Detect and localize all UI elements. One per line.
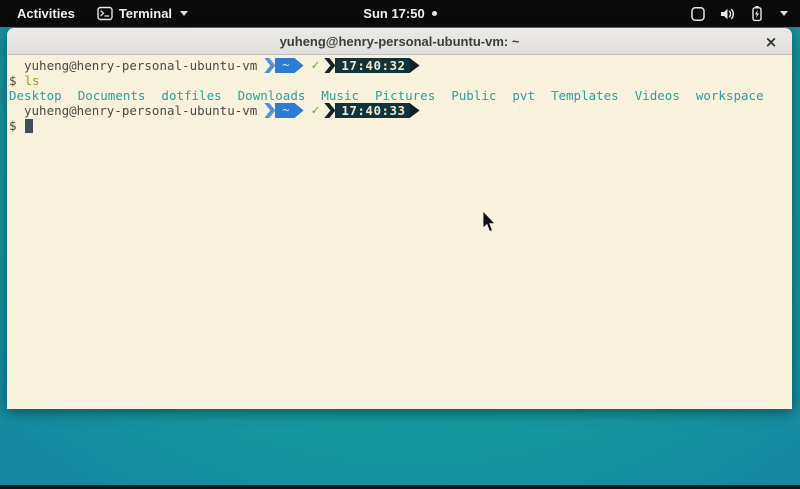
powerline-path-segment: ~ — [257, 103, 303, 118]
activities-button[interactable]: Activities — [13, 4, 79, 23]
desktop: { "topbar": { "activities_label": "Activ… — [0, 0, 800, 489]
prompt-symbol: $ — [9, 73, 17, 88]
prompt-time: 17:40:33 — [335, 103, 409, 118]
check-icon: ✓ — [312, 58, 320, 73]
window-title: yuheng@henry-personal-ubuntu-vm: ~ — [280, 34, 520, 49]
directory-name: Videos — [635, 88, 680, 103]
directory-name: Templates — [551, 88, 619, 103]
directory-name: dotfiles — [161, 88, 221, 103]
directory-name: Downloads — [238, 88, 306, 103]
prompt-line: yuheng@henry-personal-ubuntu-vm ~ ✓ 17:4… — [7, 103, 792, 118]
prompt-user-host: yuheng@henry-personal-ubuntu-vm — [24, 58, 257, 73]
clock[interactable]: Sun 17:50 — [363, 6, 424, 21]
powerline-arrow-icon — [295, 103, 304, 118]
window-titlebar[interactable]: yuheng@henry-personal-ubuntu-vm: ~ × — [7, 28, 792, 55]
directory-name: workspace — [696, 88, 764, 103]
prompt-path: ~ — [275, 103, 294, 118]
powerline-chevron-icon — [264, 58, 275, 73]
directory-name: Music — [321, 88, 359, 103]
powerline-chevron-icon — [324, 58, 335, 73]
powerline-arrow-icon — [295, 58, 304, 73]
directory-name: Documents — [78, 88, 146, 103]
prompt-user-host: yuheng@henry-personal-ubuntu-vm — [24, 103, 257, 118]
app-menu-label: Terminal — [119, 6, 172, 21]
system-status-area[interactable] — [690, 5, 800, 22]
notification-dot-icon — [432, 11, 437, 16]
prompt-time: 17:40:32 — [335, 58, 409, 73]
typed-command: ls — [25, 73, 40, 88]
chevron-down-icon — [780, 11, 788, 16]
directory-name: Pictures — [375, 88, 435, 103]
input-line[interactable]: $ — [7, 118, 792, 133]
chevron-down-icon — [180, 11, 188, 16]
ls-output: Desktop Documents dotfiles Downloads Music Pi… — [7, 88, 792, 103]
directory-name: Public — [451, 88, 496, 103]
prompt-line: yuheng@henry-personal-ubuntu-vm ~ ✓ 17:4… — [7, 58, 792, 73]
terminal-icon — [97, 6, 113, 21]
command-line: $ ls — [7, 73, 792, 88]
prompt-symbol: $ — [9, 118, 17, 133]
directory-name: pvt — [512, 88, 535, 103]
powerline-chevron-icon — [264, 103, 275, 118]
directory-name: Desktop — [9, 88, 62, 103]
powerline-time-segment: 17:40:32 — [324, 58, 419, 73]
top-bar-left: Activities Terminal — [0, 4, 188, 23]
powerline-chevron-icon — [324, 103, 335, 118]
volume-icon — [719, 6, 736, 22]
powerline-arrow-icon — [410, 103, 420, 118]
terminal-window: yuheng@henry-personal-ubuntu-vm: ~ × yuh… — [7, 28, 792, 409]
powerline-time-segment: 17:40:33 — [324, 103, 419, 118]
terminal-content[interactable]: yuheng@henry-personal-ubuntu-vm ~ ✓ 17:4… — [7, 55, 792, 409]
prompt-path: ~ — [275, 58, 294, 73]
screen-icon — [690, 6, 706, 22]
desktop-bottom-edge — [0, 485, 800, 489]
text-cursor — [25, 119, 33, 133]
powerline-path-segment: ~ — [257, 58, 303, 73]
check-icon: ✓ — [312, 103, 320, 118]
top-bar: Activities Terminal Sun 17:50 — [0, 0, 800, 27]
powerline-arrow-icon — [410, 58, 420, 73]
close-icon[interactable]: × — [760, 28, 782, 55]
battery-charging-icon — [749, 5, 765, 22]
app-menu-terminal[interactable]: Terminal — [97, 6, 188, 21]
